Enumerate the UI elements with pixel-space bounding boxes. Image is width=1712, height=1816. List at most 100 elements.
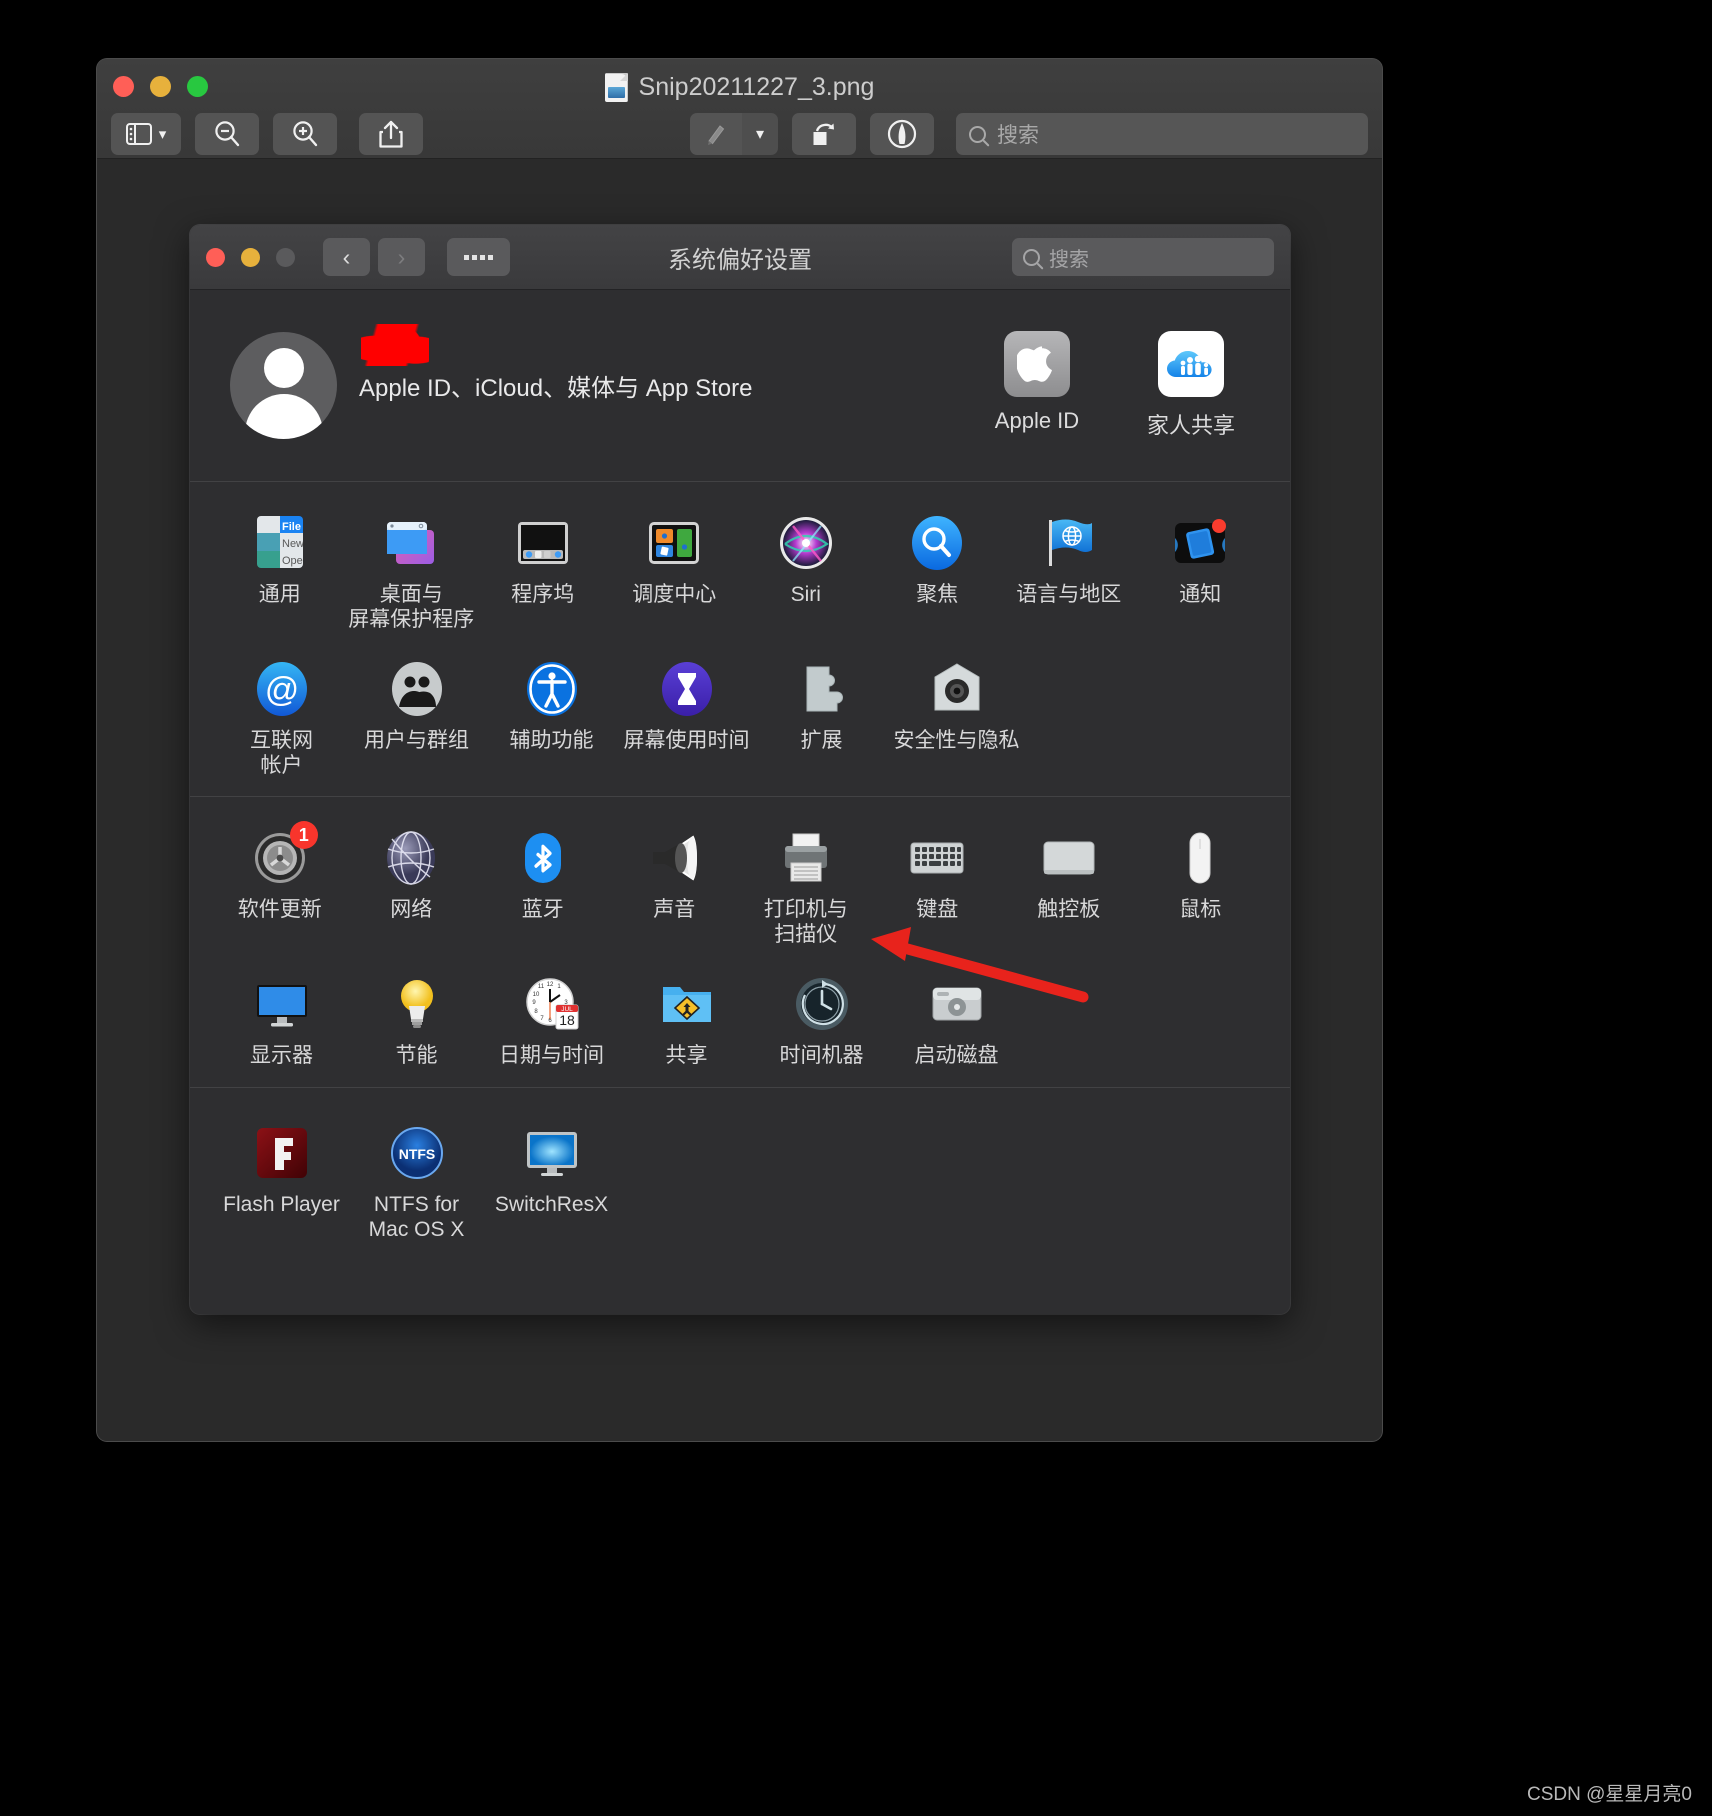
pref-notifications[interactable]: 通知 xyxy=(1135,508,1267,632)
preferences-section-hardware: 1 软件更新 网络 蓝牙 声音 打印机与 扫描仪 键盘 触控板 鼠标 显示器 节… xyxy=(190,797,1290,1088)
sound-icon xyxy=(645,829,703,887)
pref-software-update[interactable]: 1 软件更新 xyxy=(214,821,346,947)
network-icon xyxy=(382,829,440,887)
pref-users-groups[interactable]: 用户与群组 xyxy=(349,654,484,778)
pref-label: 辅助功能 xyxy=(509,729,594,753)
preview-toolbar: ▾ ▾ 搜索 xyxy=(97,109,1382,159)
pref-switchresx[interactable]: SwitchResX xyxy=(484,1118,619,1242)
pref-label: 通用 xyxy=(258,583,301,606)
family-sharing-shortcut[interactable]: 家人共享 xyxy=(1132,331,1250,440)
preferences-row: 显示器 节能 12 3 6 9 1 11 10 8 7 JUL 18 日期与时间… xyxy=(214,969,1266,1069)
avatar xyxy=(230,332,337,439)
pref-internet-accounts[interactable]: @ 互联网 帐户 xyxy=(214,654,349,778)
share-button[interactable] xyxy=(359,113,423,155)
redacted-name-scribble xyxy=(361,324,429,366)
annotate-button[interactable] xyxy=(870,113,934,155)
svg-text:10: 10 xyxy=(532,992,539,998)
pref-energy-saver[interactable]: 节能 xyxy=(349,969,484,1069)
pref-dock[interactable]: 程序坞 xyxy=(477,508,609,632)
calendar-day-text: 18 xyxy=(559,1012,575,1028)
software-update-icon: 1 xyxy=(251,821,318,887)
pref-label: 软件更新 xyxy=(237,898,322,922)
pref-printers-scanners[interactable]: 打印机与 扫描仪 xyxy=(740,823,872,947)
flash-player-icon xyxy=(253,1124,311,1182)
sp-maximize-button[interactable] xyxy=(276,247,295,267)
pref-startup-disk[interactable]: 启动磁盘 xyxy=(889,969,1024,1069)
family-sharing-icon xyxy=(1158,331,1224,397)
keyboard-icon xyxy=(908,829,966,887)
siri-icon xyxy=(777,514,835,572)
preview-search-placeholder: 搜索 xyxy=(997,124,1039,147)
pref-label: 共享 xyxy=(665,1044,708,1068)
pref-screen-time[interactable]: 屏幕使用时间 xyxy=(619,654,754,778)
pref-label: 蓝牙 xyxy=(521,898,564,922)
sysprefs-search-placeholder: 搜索 xyxy=(1049,248,1089,271)
pref-siri[interactable]: Siri xyxy=(740,508,872,632)
preferences-row: 1 软件更新 网络 蓝牙 声音 打印机与 扫描仪 键盘 触控板 鼠标 xyxy=(214,821,1267,947)
zoom-out-button[interactable] xyxy=(195,113,259,155)
extensions-icon xyxy=(793,660,851,718)
pref-label: 网络 xyxy=(390,898,433,922)
pref-keyboard[interactable]: 键盘 xyxy=(872,823,1004,947)
preview-titlebar: Snip20211227_3.png ▾ ▾ 搜索 xyxy=(97,59,1382,159)
general-icon: File New Ope xyxy=(251,514,309,572)
pref-accessibility[interactable]: 辅助功能 xyxy=(484,654,619,778)
pref-extensions[interactable]: 扩展 xyxy=(754,654,889,778)
pref-label: 桌面与 屏幕保护程序 xyxy=(348,583,475,631)
pref-spotlight[interactable]: 聚焦 xyxy=(872,508,1004,632)
apple-id-account-row[interactable]: Apple ID、iCloud、媒体与 App Store Apple ID 家… xyxy=(190,290,1290,482)
pref-label: 显示器 xyxy=(250,1044,313,1068)
energy-saver-icon xyxy=(388,975,446,1033)
pref-label: 触控板 xyxy=(1037,898,1101,922)
pref-network[interactable]: 网络 xyxy=(346,823,478,947)
sp-close-button[interactable] xyxy=(206,247,225,267)
back-button[interactable]: ‹ xyxy=(323,238,370,276)
pref-trackpad[interactable]: 触控板 xyxy=(1003,823,1135,947)
pref-ntfs[interactable]: NTFS NTFS for Mac OS X xyxy=(349,1118,484,1242)
pref-label: 调度中心 xyxy=(632,583,717,606)
pref-bluetooth[interactable]: 蓝牙 xyxy=(477,823,609,947)
pref-label: SwitchResX xyxy=(494,1192,609,1216)
svg-text:New: New xyxy=(282,538,304,550)
pref-mission-control[interactable]: 调度中心 xyxy=(609,508,741,632)
displays-icon xyxy=(253,975,311,1033)
svg-text:12: 12 xyxy=(546,982,553,988)
pref-label: 鼠标 xyxy=(1179,898,1222,922)
svg-text:Ope: Ope xyxy=(282,555,303,567)
pref-label: 打印机与 扫描仪 xyxy=(763,898,848,946)
chevron-down-icon: ▾ xyxy=(755,126,765,143)
sp-minimize-button[interactable] xyxy=(241,247,260,267)
window-title: Snip20211227_3.png xyxy=(97,73,1382,102)
pref-flash-player[interactable]: Flash Player xyxy=(214,1118,349,1242)
sidebar-toggle-button[interactable]: ▾ xyxy=(111,113,181,155)
sysprefs-titlebar: ‹ › 系统偏好设置 搜索 xyxy=(190,225,1290,290)
pref-label: Flash Player xyxy=(223,1192,340,1216)
sysprefs-search-field[interactable]: 搜索 xyxy=(1012,238,1274,276)
pref-security-privacy[interactable]: 安全性与隐私 xyxy=(889,654,1024,778)
pref-label: 启动磁盘 xyxy=(914,1044,999,1068)
show-all-button[interactable] xyxy=(447,238,510,276)
pref-date-time[interactable]: 12 3 69 1 11 10 8 7 JUL 18 日期与时间 xyxy=(484,969,619,1069)
share-icon xyxy=(379,120,403,148)
pref-language-region[interactable]: 语言与地区 xyxy=(1003,508,1135,632)
pref-displays[interactable]: 显示器 xyxy=(214,969,349,1069)
pref-sound[interactable]: 声音 xyxy=(609,823,741,947)
apple-id-shortcut[interactable]: Apple ID xyxy=(978,331,1096,440)
rotate-button[interactable] xyxy=(792,113,856,155)
dock-icon xyxy=(514,514,572,572)
pref-mouse[interactable]: 鼠标 xyxy=(1135,823,1267,947)
pref-label: 聚焦 xyxy=(916,583,959,606)
pref-time-machine[interactable]: 时间机器 xyxy=(754,969,889,1069)
pref-general[interactable]: File New Ope 通用 xyxy=(214,508,346,632)
markup-button[interactable] xyxy=(690,113,742,155)
pref-desktop-screensaver[interactable]: 桌面与 屏幕保护程序 xyxy=(346,508,478,632)
pref-label: 互联网 帐户 xyxy=(250,729,313,777)
forward-chevron-icon: › xyxy=(397,243,406,270)
preview-search-field[interactable]: 搜索 xyxy=(956,113,1368,155)
pref-sharing[interactable]: 共享 xyxy=(619,969,754,1069)
forward-button[interactable]: › xyxy=(378,238,425,276)
system-preferences-window: ‹ › 系统偏好设置 搜索 Apple ID、iCloud、媒体与 App St… xyxy=(190,225,1290,1314)
markup-options-button[interactable]: ▾ xyxy=(742,113,778,155)
svg-text:@: @ xyxy=(264,671,299,709)
zoom-in-button[interactable] xyxy=(273,113,337,155)
